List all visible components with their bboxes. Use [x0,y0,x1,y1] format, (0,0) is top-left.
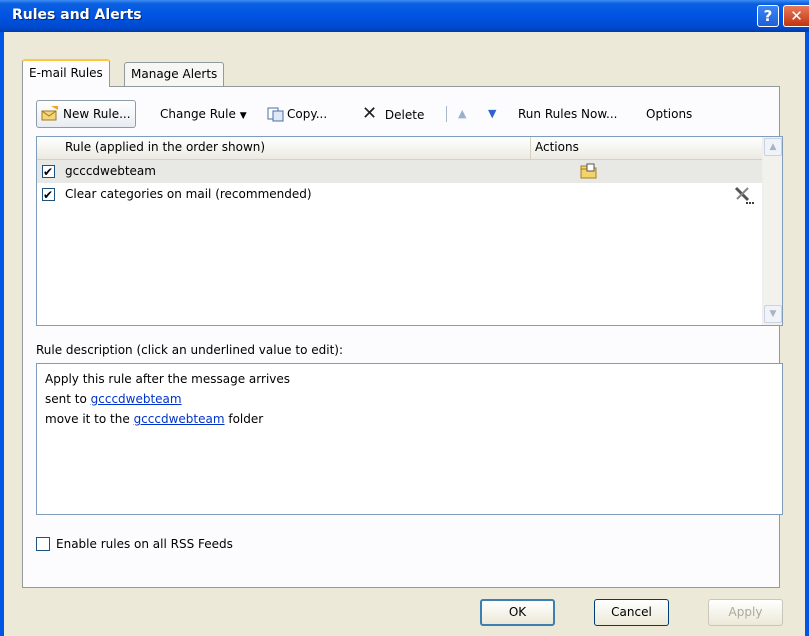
description-line: Apply this rule after the message arrive… [45,372,291,386]
tab-email-rules[interactable]: E-mail Rules [22,59,110,87]
scroll-up-button[interactable]: ▲ [764,138,782,156]
rule-checkbox[interactable] [42,161,55,184]
rule-description-box: Apply this rule after the message arrive… [36,363,783,515]
new-rule-icon [41,106,58,121]
rules-list-scrollbar[interactable]: ▲ ▼ [762,137,782,325]
window-frame-right [805,32,809,636]
tools-icon [734,186,754,204]
move-down-button[interactable]: ▼ [488,100,496,128]
new-rule-label: New Rule... [63,107,131,121]
enable-rss-rules-label: Enable rules on all RSS Feeds [56,537,233,551]
description-text: folder [224,412,264,426]
scroll-down-button[interactable]: ▼ [764,305,782,323]
description-text: sent to [45,392,91,406]
delete-icon: ✕ [362,103,378,124]
tab-manage-alerts[interactable]: Manage Alerts [124,62,225,86]
ok-button[interactable]: OK [480,599,555,626]
window-frame-left [0,32,4,636]
window-title: Rules and Alerts [12,7,142,23]
new-rule-button[interactable]: New Rule... [36,100,136,128]
column-header-actions[interactable]: Actions [530,137,762,159]
delete-label: Delete [384,108,425,122]
toolbar-separator [446,106,447,122]
rule-name: Clear categories on mail (recommended) [65,187,312,201]
close-button[interactable]: ✕ [783,5,809,27]
column-header-rule[interactable]: Rule (applied in the order shown) [37,137,530,159]
move-up-button[interactable]: ▲ [458,100,466,128]
chevron-down-icon: ▼ [769,309,777,319]
chevron-down-icon: ▼ [239,111,247,121]
close-icon: ✕ [790,7,803,25]
rule-description-label: Rule description (click an underlined va… [36,343,344,357]
description-line: move it to the gcccdwebteam folder [45,409,774,429]
move-to-folder-icon [580,163,597,179]
recipient-link[interactable]: gcccdwebteam [91,392,182,406]
rule-name: gcccdwebteam [65,164,156,178]
help-button[interactable]: ? [757,5,779,27]
rules-list[interactable]: Rule (applied in the order shown) Action… [36,136,783,326]
cancel-button[interactable]: Cancel [594,599,669,626]
copy-icon [267,107,284,122]
copy-button[interactable]: Copy... [267,100,327,128]
rules-list-header: Rule (applied in the order shown) Action… [37,137,762,160]
chevron-up-icon: ▲ [769,142,777,152]
help-icon: ? [763,7,773,25]
title-bar[interactable]: Rules and Alerts ? ✕ [0,0,809,32]
enable-rss-rules-checkbox[interactable] [36,537,50,551]
arrow-up-icon: ▲ [458,107,467,120]
delete-button[interactable]: ✕ Delete [362,100,424,128]
options-button[interactable]: Options [646,100,692,128]
change-rule-button[interactable]: Change Rule ▼ [160,100,247,128]
apply-button[interactable]: Apply [708,599,783,626]
rule-checkbox[interactable] [42,184,55,207]
rule-row[interactable]: gcccdwebteam [37,160,762,184]
arrow-down-icon: ▼ [488,107,497,120]
description-line: sent to gcccdwebteam [45,389,774,409]
change-rule-label: Change Rule [160,107,236,121]
folder-link[interactable]: gcccdwebteam [134,412,225,426]
run-rules-now-button[interactable]: Run Rules Now... [518,100,618,128]
rule-row[interactable]: Clear categories on mail (recommended) [37,183,762,207]
description-text: move it to the [45,412,134,426]
